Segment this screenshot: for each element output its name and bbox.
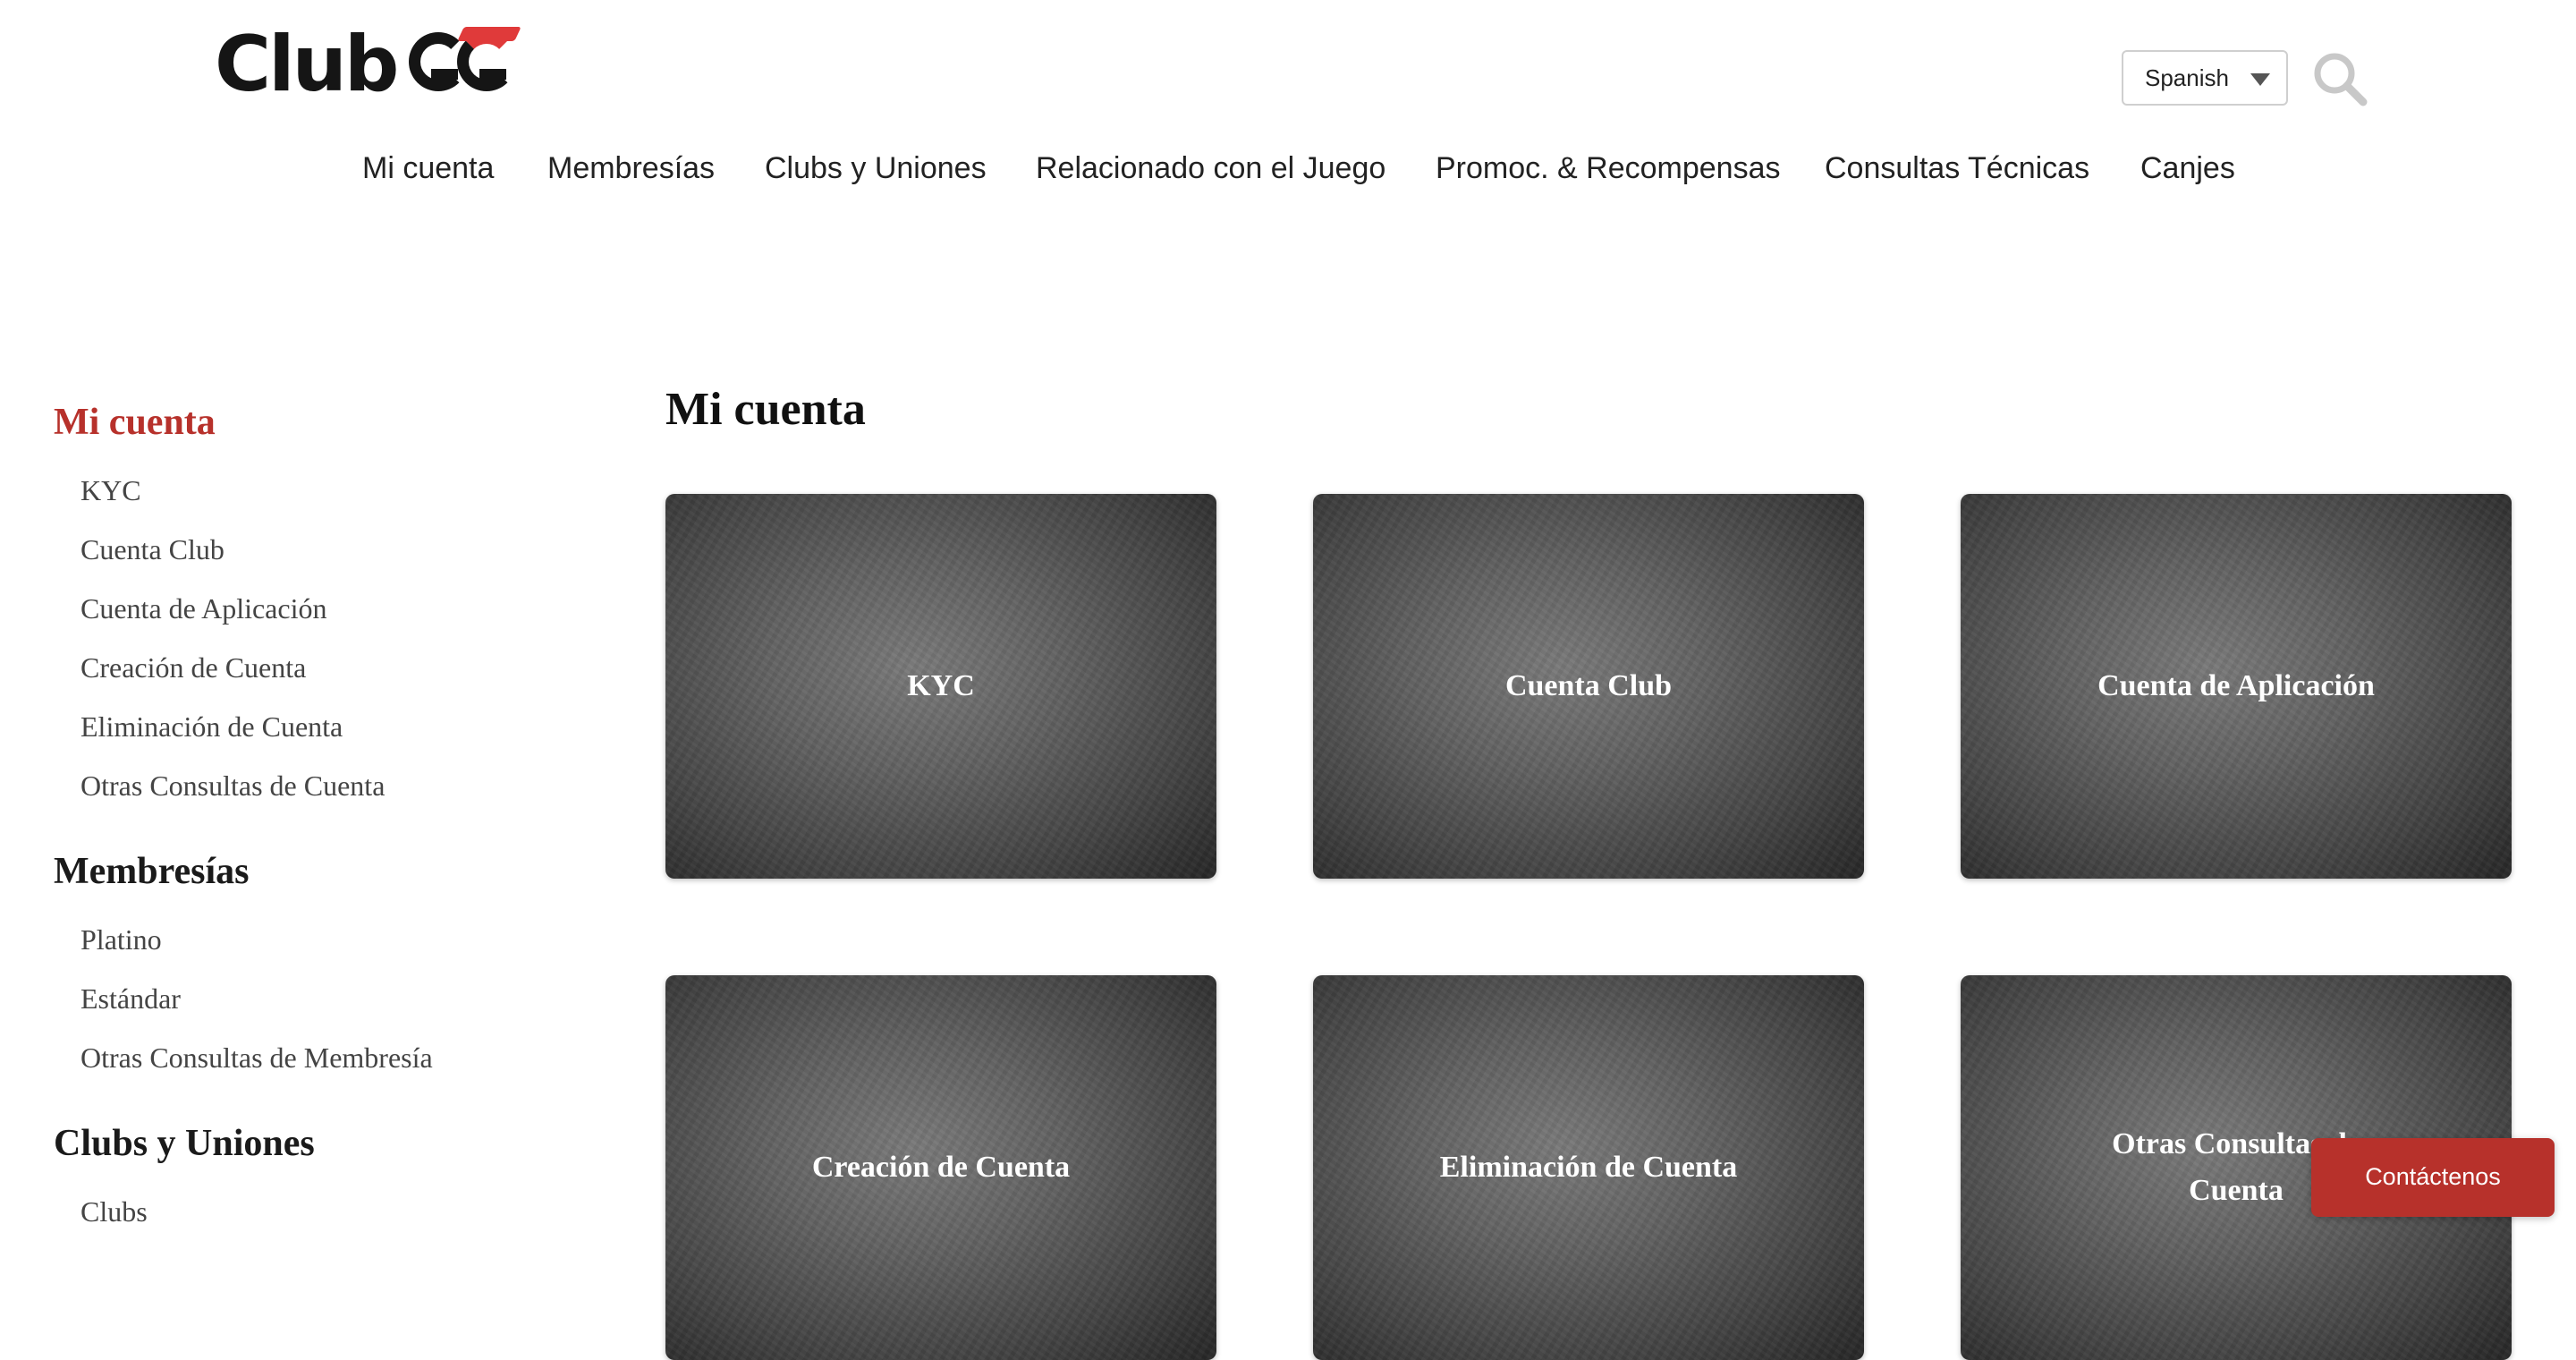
sidebar-section-mi-cuenta[interactable]: Mi cuenta — [54, 401, 216, 444]
card-kyc[interactable]: KYC — [665, 494, 1216, 879]
sidebar-item-clubs[interactable]: Clubs — [80, 1195, 148, 1228]
card-label: Cuenta de Aplicación — [2097, 669, 2375, 702]
search-button[interactable] — [2311, 50, 2368, 107]
sidebar-item-cuenta-club[interactable]: Cuenta Club — [80, 533, 225, 566]
sidebar-item-otras-consultas-membresia[interactable]: Otras Consultas de Membresía — [80, 1041, 433, 1075]
card-cuenta-aplicacion[interactable]: Cuenta de Aplicación — [1961, 494, 2512, 879]
sidebar-item-platino[interactable]: Platino — [80, 923, 162, 956]
card-creacion-cuenta[interactable]: Creación de Cuenta — [665, 975, 1216, 1360]
nav-item-clubs-uniones[interactable]: Clubs y Uniones — [765, 143, 987, 193]
nav-item-membresias[interactable]: Membresías — [547, 143, 715, 193]
nav-item-consultas-tecnicas[interactable]: Consultas Técnicas — [1825, 143, 2089, 193]
card-cuenta-club[interactable]: Cuenta Club — [1313, 494, 1864, 879]
card-label: Cuenta Club — [1504, 669, 1673, 702]
card-eliminacion-cuenta[interactable]: Eliminación de Cuenta — [1313, 975, 1864, 1360]
card-label: KYC — [907, 669, 975, 702]
logo-text: Club — [215, 20, 399, 109]
main-nav: Mi cuenta Membresías Clubs y Uniones Rel… — [0, 143, 2576, 193]
sidebar-section-membresias[interactable]: Membresías — [54, 850, 250, 893]
sidebar-item-otras-consultas-cuenta[interactable]: Otras Consultas de Cuenta — [80, 769, 385, 803]
contact-button[interactable]: Contáctenos — [2311, 1138, 2555, 1217]
card-label: Creación de Cuenta — [811, 1151, 1071, 1184]
nav-item-mi-cuenta[interactable]: Mi cuenta — [362, 143, 494, 193]
clubgg-logo[interactable]: Club — [215, 20, 522, 109]
language-select[interactable]: Spanish — [2122, 50, 2288, 106]
nav-item-relacionado-juego[interactable]: Relacionado con el Juego — [1036, 143, 1385, 193]
search-icon — [2314, 53, 2368, 106]
page-title: Mi cuenta — [665, 384, 866, 435]
sidebar-item-eliminacion-cuenta[interactable]: Eliminación de Cuenta — [80, 710, 343, 744]
sidebar-item-cuenta-aplicacion[interactable]: Cuenta de Aplicación — [80, 592, 326, 625]
sidebar-item-kyc[interactable]: KYC — [80, 474, 141, 507]
sidebar-item-creacion-cuenta[interactable]: Creación de Cuenta — [80, 651, 306, 684]
language-select-value: Spanish — [2145, 64, 2229, 91]
chevron-down-icon — [2250, 73, 2270, 86]
sidebar-item-estandar[interactable]: Estándar — [80, 982, 181, 1016]
gg-logo-mark — [409, 27, 522, 102]
nav-item-canjes[interactable]: Canjes — [2140, 143, 2235, 193]
nav-item-promociones[interactable]: Promoc. & Recompensas — [1436, 143, 1781, 193]
sidebar-section-clubs-uniones[interactable]: Clubs y Uniones — [54, 1122, 315, 1165]
card-label: Eliminación de Cuenta — [1439, 1151, 1738, 1184]
